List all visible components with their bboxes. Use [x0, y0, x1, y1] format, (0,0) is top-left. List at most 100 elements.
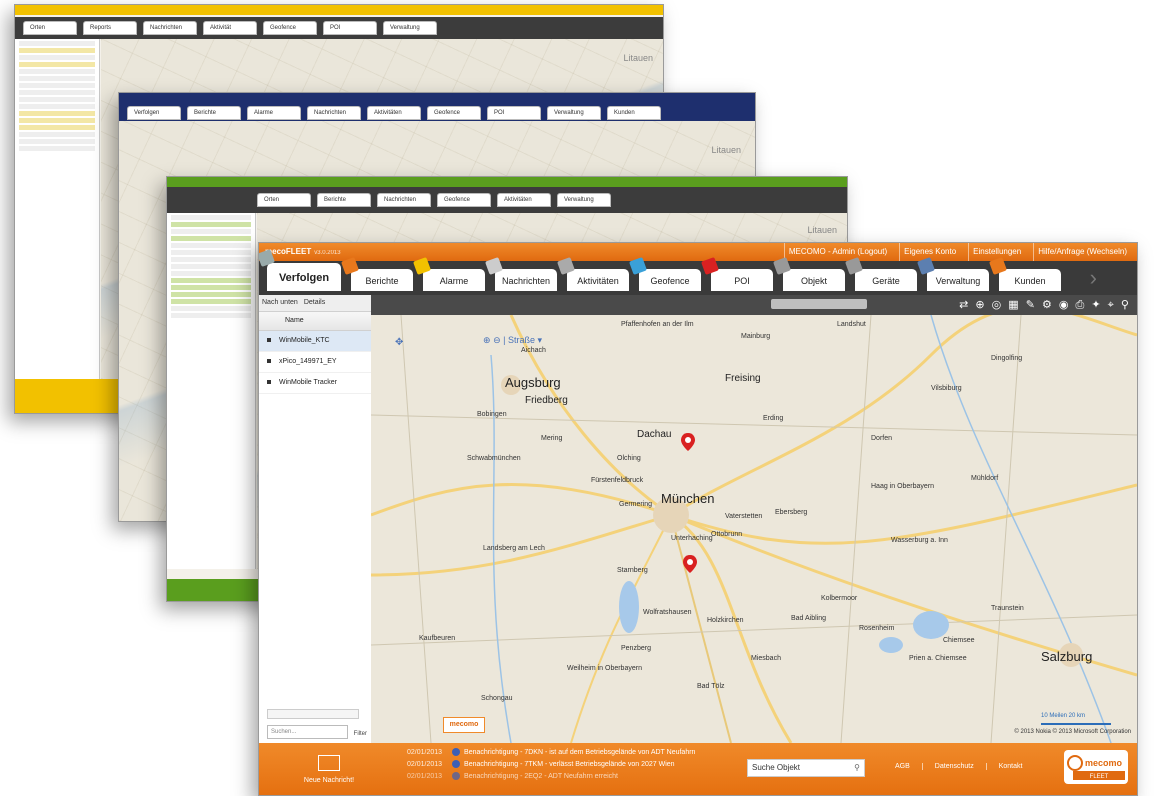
- back-window-navy-tabs: Verfolgen Berichte Alarme Nachrichten Ak…: [119, 105, 755, 121]
- map-place: Aichach: [521, 347, 546, 354]
- map-tool-icons[interactable]: ⇄ ⊕ ◎ ▦ ✎ ⚙ ◉ ⎙ ✦ ⌖ ⚲: [959, 298, 1131, 312]
- notification-item[interactable]: 02/01/2013 Benachrichtigung - 2EQ2 - ADT …: [407, 771, 695, 783]
- map-place: Pfaffenhofen an der Ilm: [621, 321, 694, 328]
- sidebar-scrollbar[interactable]: [267, 709, 359, 719]
- back-tab: Berichte: [317, 193, 371, 207]
- tab-geofence[interactable]: Geofence: [629, 257, 701, 291]
- back-window-green-tabs: Orten Berichte Nachrichten Geofence Akti…: [167, 187, 847, 213]
- tab-label: Nachrichten: [501, 276, 551, 286]
- map-place: Vaterstetten: [725, 513, 763, 520]
- top-link-help[interactable]: Hilfe/Anfrage (Wechseln): [1033, 243, 1131, 261]
- back-tab: Orten: [257, 193, 311, 207]
- back-tab: Verwaltung: [557, 193, 611, 207]
- tab-label: POI: [734, 276, 750, 286]
- back-tab: Verfolgen: [127, 106, 181, 120]
- vehicle-marker-icon[interactable]: [683, 555, 697, 573]
- map-toolbar: ⇄ ⊕ ◎ ▦ ✎ ⚙ ◉ ⎙ ✦ ⌖ ⚲: [371, 295, 1137, 315]
- sidebar-sort-button[interactable]: Nach unten: [262, 295, 298, 311]
- map-place: München: [661, 491, 715, 506]
- map-place: Bad Aibling: [791, 615, 827, 622]
- back-tab: Alarme: [247, 106, 301, 120]
- zoom-out-icon[interactable]: ⊖: [493, 335, 501, 345]
- map-place: Rosenheim: [859, 625, 895, 632]
- map-place: Weilheim in Oberbayern: [567, 665, 642, 672]
- map-place: Wasserburg a. Inn: [891, 537, 948, 544]
- map-place: Unterhaching: [671, 535, 713, 542]
- tab-poi[interactable]: POI: [701, 257, 773, 291]
- notification-item[interactable]: 02/01/2013 Benachrichtigung - 7DKN - ist …: [407, 747, 695, 759]
- tab-alarme[interactable]: Alarme: [413, 257, 485, 291]
- map-place: Augsburg: [505, 375, 561, 390]
- sidebar-search-input[interactable]: Suchen...: [267, 725, 348, 739]
- back-tab: Aktivitäten: [367, 106, 421, 120]
- map-place: Chiemsee: [943, 637, 975, 644]
- tabs-next-arrow-icon[interactable]: ›: [1090, 267, 1097, 289]
- sidebar-details-button[interactable]: Details: [304, 295, 325, 311]
- map-layer-select[interactable]: ⊕ ⊖ | Straße ▾: [483, 335, 542, 346]
- notification-item[interactable]: 02/01/2013 Benachrichtigung - 7TKM - verl…: [407, 759, 695, 771]
- map-place: Salzburg: [1041, 649, 1093, 664]
- object-sidebar: Nach unten Details Name WinMobile_KTC xP…: [259, 295, 372, 743]
- main-window: mecoFLEET v3.0.2013 MECOMO - Admin (Logou…: [258, 242, 1138, 796]
- back-tab: Orten: [23, 21, 77, 35]
- map-place: Starnberg: [617, 567, 648, 574]
- sidebar-item[interactable]: xPico_149971_EY: [259, 352, 371, 373]
- map-place: Bobingen: [477, 411, 507, 418]
- map-label: Litauen: [623, 53, 653, 63]
- tab-label: Objekt: [800, 276, 827, 286]
- object-search-input[interactable]: Suche Objekt ⚲: [747, 759, 865, 777]
- new-message-button[interactable]: Neue Nachricht!: [299, 755, 359, 784]
- tab-label: Alarme: [439, 276, 469, 286]
- map-place: Dingolfing: [991, 355, 1023, 362]
- tab-label: Verfolgen: [278, 272, 330, 284]
- sidebar-filter-button[interactable]: Filter: [354, 731, 367, 737]
- sidebar-item[interactable]: WinMobile_KTC: [259, 331, 371, 352]
- back-window-green-titlebar: [167, 177, 847, 187]
- tab-verfolgen[interactable]: Verfolgen: [259, 249, 341, 291]
- tab-kunden[interactable]: Kunden: [989, 257, 1061, 291]
- map-place: Holzkirchen: [707, 617, 744, 624]
- map-label: Litauen: [807, 225, 837, 235]
- map-layer[interactable]: ✥ ⊕ ⊖ | Straße ▾ Augsburg Friedberg Münc…: [371, 315, 1137, 743]
- main-titlebar: mecoFLEET v3.0.2013 MECOMO - Admin (Logou…: [259, 243, 1137, 261]
- back-tab: Geofence: [263, 21, 317, 35]
- map-place: Mühldorf: [971, 475, 999, 482]
- zoom-in-icon[interactable]: ⊕: [483, 335, 491, 345]
- zoom-slider[interactable]: [771, 299, 867, 309]
- tab-verwaltung[interactable]: Verwaltung: [917, 257, 989, 291]
- bullet-icon: [267, 338, 271, 343]
- map-pan-control[interactable]: ✥: [395, 337, 403, 348]
- tab-nachrichten[interactable]: Nachrichten: [485, 257, 557, 291]
- back-window-yellow-titlebar: [15, 5, 663, 15]
- sidebar-column-header[interactable]: Name: [259, 312, 371, 331]
- mecomo-fleet-logo: mecomo FLEET: [1064, 750, 1128, 784]
- vehicle-marker-icon[interactable]: [681, 433, 695, 451]
- back-tab: Berichte: [187, 106, 241, 120]
- tab-label: Geräte: [872, 276, 900, 286]
- tab-label: Kunden: [1014, 276, 1046, 286]
- footer-link-privacy[interactable]: Datenschutz: [921, 763, 974, 770]
- back-tab: Verwaltung: [547, 106, 601, 120]
- tab-geräte[interactable]: Geräte: [845, 257, 917, 291]
- sidebar-toolbar: Nach unten Details: [259, 295, 371, 312]
- footer-link-contact[interactable]: Kontakt: [985, 763, 1022, 770]
- search-icon[interactable]: ⚲: [854, 760, 860, 776]
- map-view[interactable]: ⇄ ⊕ ◎ ▦ ✎ ⚙ ◉ ⎙ ✦ ⌖ ⚲ ✥ ⊕ ⊖ | Straße ▾ A…: [371, 295, 1137, 743]
- sidebar-item[interactable]: WinMobile Tracker: [259, 373, 371, 394]
- map-place: Fürstenfeldbruck: [591, 477, 644, 484]
- tab-berichte[interactable]: Berichte: [341, 257, 413, 291]
- map-place: Ebersberg: [775, 509, 808, 516]
- map-copyright: © 2013 Nokia © 2013 Microsoft Corporatio…: [1014, 729, 1131, 735]
- tab-objekt[interactable]: Objekt: [773, 257, 845, 291]
- map-place: Germering: [619, 501, 653, 508]
- footer-links: AGB Datenschutz Kontakt: [895, 763, 1022, 770]
- map-place: Vilsbiburg: [931, 385, 962, 392]
- map-place: Mering: [541, 435, 563, 442]
- svg-text:FLEET: FLEET: [1090, 774, 1109, 780]
- info-icon: [452, 772, 461, 781]
- footer-link-agb[interactable]: AGB: [895, 763, 910, 770]
- back-tab: Verwaltung: [383, 21, 437, 35]
- top-link-account[interactable]: MECOMO - Admin (Logout): [783, 243, 891, 261]
- envelope-icon: [318, 755, 340, 771]
- tab-aktivitäten[interactable]: Aktivitäten: [557, 257, 629, 291]
